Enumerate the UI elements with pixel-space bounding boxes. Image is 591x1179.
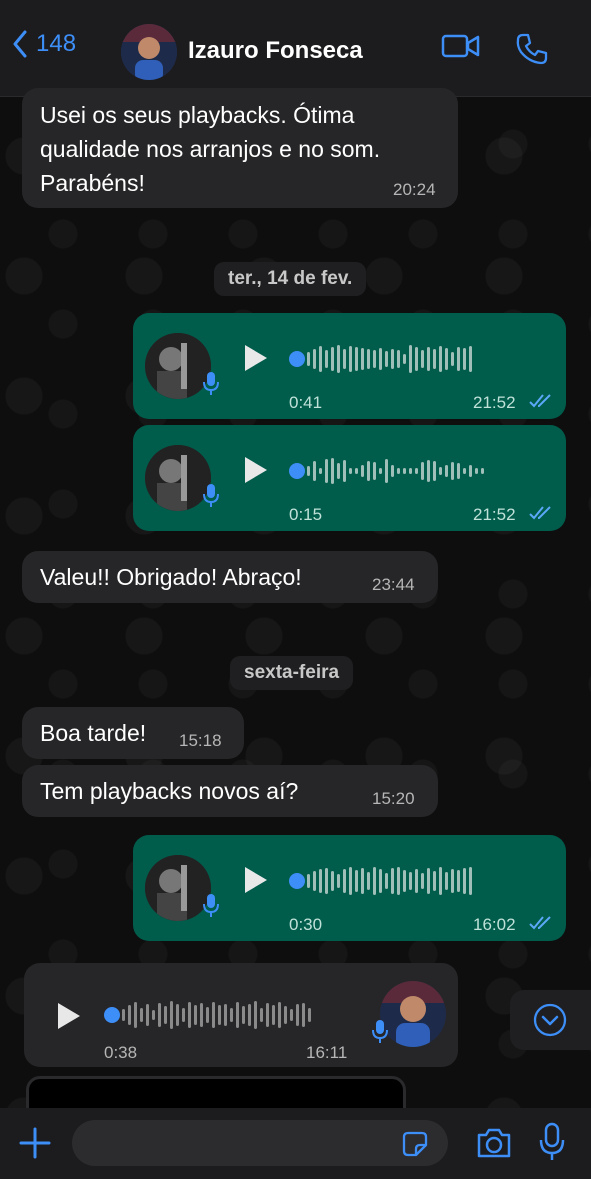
chat-header: 148 Izauro Fonseca bbox=[0, 0, 591, 97]
audio-waveform[interactable] bbox=[307, 341, 472, 377]
plus-icon[interactable] bbox=[18, 1126, 52, 1160]
message-time: 16:02 bbox=[473, 915, 516, 934]
outgoing-voice-message[interactable]: 0:30 16:02 bbox=[133, 835, 566, 941]
voice-duration: 0:15 bbox=[289, 505, 323, 524]
date-separator: sexta-feira bbox=[230, 656, 354, 690]
message-time: 20:24 bbox=[393, 180, 436, 199]
message-text: Usei os seus playbacks. Ótima qualidade … bbox=[40, 102, 381, 196]
sender-avatar bbox=[145, 855, 211, 921]
play-button[interactable] bbox=[245, 457, 267, 483]
message-time: 16:11 bbox=[306, 1043, 348, 1062]
voice-duration: 0:41 bbox=[289, 393, 323, 412]
unread-count: 148 bbox=[36, 30, 77, 57]
message-input[interactable] bbox=[72, 1120, 448, 1166]
message-time: 21:52 bbox=[473, 393, 516, 412]
playback-scrubber[interactable] bbox=[289, 351, 305, 367]
compose-bar bbox=[0, 1108, 591, 1179]
message-text: Tem playbacks novos aí? bbox=[40, 778, 299, 804]
camera-icon[interactable] bbox=[475, 1126, 513, 1160]
sender-avatar bbox=[145, 333, 211, 399]
message-text: Valeu!! Obrigado! Abraço! bbox=[40, 564, 302, 590]
message-text: Boa tarde! bbox=[40, 720, 147, 746]
read-receipt-icon bbox=[529, 916, 551, 930]
read-receipt-icon bbox=[529, 394, 551, 408]
microphone-icon bbox=[203, 372, 219, 395]
playback-scrubber[interactable] bbox=[104, 1007, 120, 1023]
incoming-message[interactable]: Tem playbacks novos aí? 15:20 bbox=[22, 765, 438, 817]
incoming-message[interactable]: Valeu!! Obrigado! Abraço! 23:44 bbox=[22, 551, 438, 603]
microphone-icon bbox=[372, 1020, 388, 1043]
microphone-icon bbox=[203, 484, 219, 507]
sticker-icon[interactable] bbox=[400, 1129, 430, 1159]
audio-waveform[interactable] bbox=[307, 863, 472, 899]
sender-avatar bbox=[145, 445, 211, 511]
outgoing-voice-message[interactable]: 0:15 21:52 bbox=[133, 425, 566, 531]
microphone-icon[interactable] bbox=[539, 1122, 565, 1162]
date-separator: ter., 14 de fev. bbox=[214, 262, 367, 296]
play-button[interactable] bbox=[245, 345, 267, 371]
video-call-icon[interactable] bbox=[441, 32, 481, 60]
incoming-message[interactable]: Boa tarde! 15:18 bbox=[22, 707, 244, 759]
voice-duration: 0:38 bbox=[104, 1043, 138, 1062]
outgoing-voice-message[interactable]: 0:41 21:52 bbox=[133, 313, 566, 419]
message-time: 15:18 bbox=[179, 731, 222, 750]
audio-waveform[interactable] bbox=[122, 997, 311, 1033]
playback-scrubber[interactable] bbox=[289, 873, 305, 889]
playback-scrubber[interactable] bbox=[289, 463, 305, 479]
incoming-voice-message[interactable]: 0:38 16:11 bbox=[24, 963, 458, 1067]
back-button[interactable]: 148 bbox=[12, 30, 76, 58]
play-button[interactable] bbox=[58, 1003, 80, 1029]
incoming-message[interactable]: Usei os seus playbacks. Ótima qualidade … bbox=[22, 88, 458, 208]
microphone-icon bbox=[203, 894, 219, 917]
chevron-left-icon bbox=[13, 30, 27, 58]
message-time: 23:44 bbox=[372, 575, 415, 594]
voice-duration: 0:30 bbox=[289, 915, 323, 934]
sender-avatar bbox=[380, 981, 446, 1047]
read-receipt-icon bbox=[529, 506, 551, 520]
chevron-down-circle-icon bbox=[533, 1003, 567, 1037]
contact-name[interactable]: Izauro Fonseca bbox=[188, 37, 363, 65]
message-time: 21:52 bbox=[473, 505, 516, 524]
message-time: 15:20 bbox=[372, 789, 415, 808]
contact-avatar[interactable] bbox=[121, 24, 177, 80]
scroll-to-bottom-button[interactable] bbox=[510, 990, 591, 1050]
play-button[interactable] bbox=[245, 867, 267, 893]
phone-icon[interactable] bbox=[515, 32, 549, 66]
audio-waveform[interactable] bbox=[307, 453, 484, 489]
